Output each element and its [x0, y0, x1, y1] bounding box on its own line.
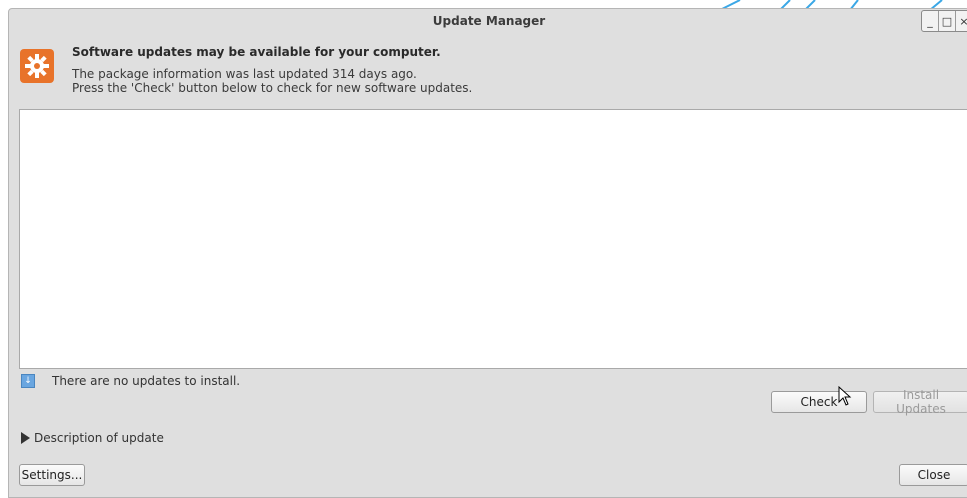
settings-button[interactable]: Settings... — [19, 464, 85, 486]
window-controls: _ □ × — [921, 10, 967, 32]
mouse-cursor-icon — [838, 386, 852, 406]
window-titlebar[interactable]: Update Manager — [9, 9, 967, 33]
description-expander[interactable]: Description of update — [21, 431, 164, 445]
minimize-icon[interactable]: _ — [922, 11, 939, 31]
check-button[interactable]: Check — [771, 391, 867, 413]
last-updated-text: The package information was last updated… — [72, 67, 417, 81]
close-window-icon[interactable]: × — [956, 11, 967, 31]
updates-heading: Software updates may be available for yo… — [72, 45, 441, 59]
maximize-icon[interactable]: □ — [939, 11, 956, 31]
updates-list[interactable] — [19, 109, 967, 369]
expander-arrow-icon — [21, 432, 30, 444]
window-title: Update Manager — [432, 14, 546, 28]
close-button[interactable]: Close — [899, 464, 967, 486]
update-gear-icon — [20, 49, 54, 83]
update-manager-window: Update Manager _ □ × Software updates ma… — [8, 8, 967, 498]
status-text: There are no updates to install. — [52, 374, 241, 388]
check-hint-text: Press the 'Check' button below to check … — [72, 81, 473, 95]
expander-label: Description of update — [34, 431, 164, 445]
install-updates-button[interactable]: Install Updates — [873, 388, 967, 416]
info-down-arrow-icon: ↓ — [21, 374, 35, 388]
